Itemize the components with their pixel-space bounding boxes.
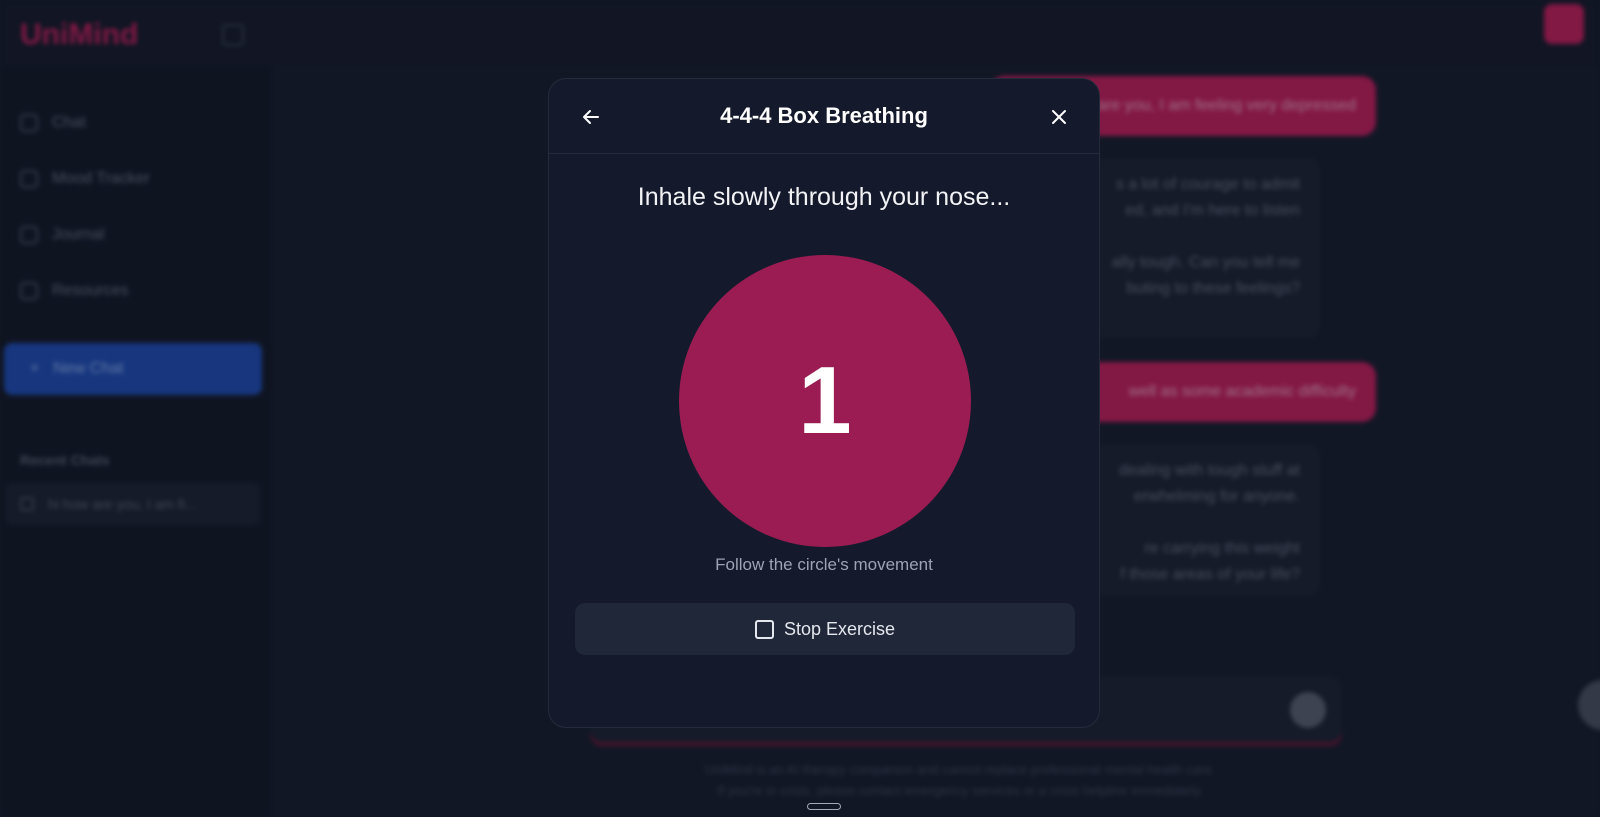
modal-header: 4-4-4 Box Breathing (549, 79, 1099, 154)
stop-exercise-label: Stop Exercise (783, 618, 896, 639)
close-icon (1052, 110, 1066, 124)
modal-title: 4-4-4 Box Breathing (720, 103, 928, 128)
drag-handle[interactable] (807, 803, 841, 810)
stop-icon (754, 619, 774, 639)
breathing-instruction: Inhale slowly through your nose... (637, 183, 1011, 211)
breath-count: 1 (798, 347, 852, 454)
breathing-exercise-modal: 4-4-4 Box Breathing Inhale slowly throug… (548, 78, 1100, 728)
stop-exercise-button[interactable]: Stop Exercise (575, 603, 1075, 655)
app-root: UniMind Chat Mood Tracker Journal Resour… (0, 0, 1600, 817)
breathing-hint: Follow the circle's movement (715, 555, 933, 574)
breathing-circle: 1 (679, 255, 971, 547)
close-button[interactable] (1043, 101, 1075, 133)
